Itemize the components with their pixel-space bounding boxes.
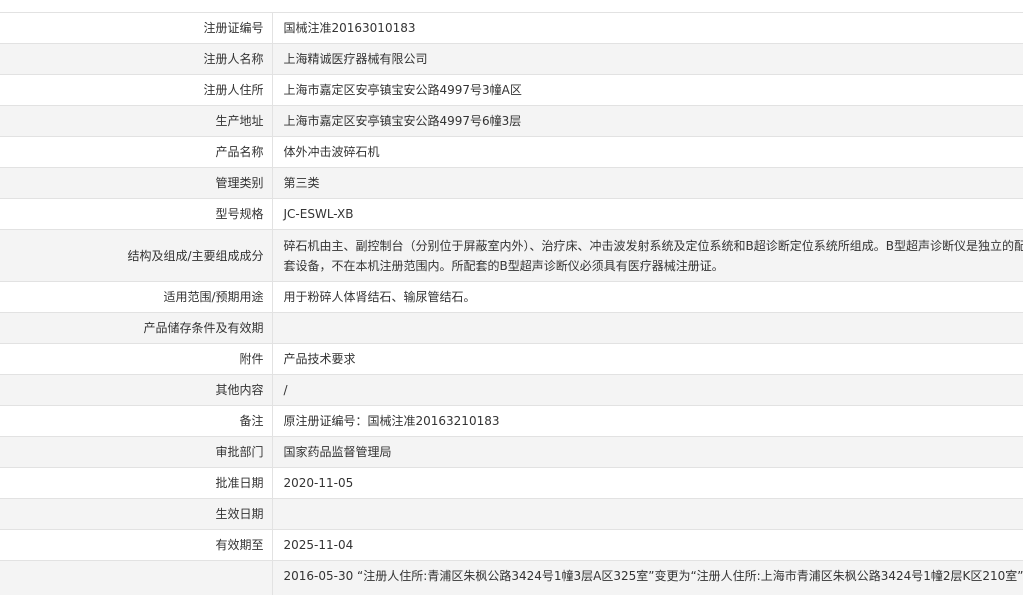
row-remarks: 备注 原注册证编号：国械注准20163210183 [0, 405, 1023, 437]
row-intended-use: 适用范围/预期用途 用于粉碎人体肾结石、输尿管结石。 [0, 281, 1023, 313]
field-value: 上海市嘉定区安亭镇宝安公路4997号3幢A区 [272, 74, 1023, 106]
field-label: 审批部门 [0, 436, 273, 468]
row-registrant-address: 注册人住所 上海市嘉定区安亭镇宝安公路4997号3幢A区 [0, 74, 1023, 106]
row-change-history: 2016-05-30 “注册人住所:青浦区朱枫公路3424号1幢3层A区325室… [0, 560, 1023, 595]
field-value: / [272, 374, 1023, 406]
field-value: 体外冲击波碎石机 [272, 136, 1023, 168]
field-label: 生效日期 [0, 498, 273, 530]
field-label: 适用范围/预期用途 [0, 281, 273, 313]
row-storage-validity: 产品储存条件及有效期 [0, 312, 1023, 344]
field-label: 结构及组成/主要组成成分 [0, 229, 273, 282]
row-approval-date: 批准日期 2020-11-05 [0, 467, 1023, 499]
row-valid-until: 有效期至 2025-11-04 [0, 529, 1023, 561]
field-label: 管理类别 [0, 167, 273, 199]
row-effective-date: 生效日期 [0, 498, 1023, 530]
row-product-name: 产品名称 体外冲击波碎石机 [0, 136, 1023, 168]
field-label: 生产地址 [0, 105, 273, 137]
field-label [0, 560, 273, 595]
row-other-content: 其他内容 / [0, 374, 1023, 406]
field-value: 上海精诚医疗器械有限公司 [272, 43, 1023, 75]
row-registration-number: 注册证编号 国械注准20163010183 [0, 13, 1023, 44]
field-label: 备注 [0, 405, 273, 437]
field-value: 碎石机由主、副控制台（分别位于屏蔽室内外）、治疗床、冲击波发射系统及定位系统和B… [272, 229, 1023, 282]
field-value: 第三类 [272, 167, 1023, 199]
registration-detail-page: 注册证编号 国械注准20163010183 注册人名称 上海精诚医疗器械有限公司… [0, 0, 1023, 595]
top-divider [0, 0, 1023, 13]
field-label: 有效期至 [0, 529, 273, 561]
field-label: 注册证编号 [0, 13, 273, 44]
field-value: JC-ESWL-XB [272, 198, 1023, 230]
field-label: 附件 [0, 343, 273, 375]
row-production-address: 生产地址 上海市嘉定区安亭镇宝安公路4997号6幢3层 [0, 105, 1023, 137]
field-value [272, 312, 1023, 344]
field-label: 注册人名称 [0, 43, 273, 75]
field-value: 用于粉碎人体肾结石、输尿管结石。 [272, 281, 1023, 313]
row-attachment: 附件 产品技术要求 [0, 343, 1023, 375]
row-model-spec: 型号规格 JC-ESWL-XB [0, 198, 1023, 230]
field-value: 产品技术要求 [272, 343, 1023, 375]
field-value: 2025-11-04 [272, 529, 1023, 561]
field-value [272, 498, 1023, 530]
field-label: 产品名称 [0, 136, 273, 168]
field-value: 2020-11-05 [272, 467, 1023, 499]
row-structure-composition: 结构及组成/主要组成成分 碎石机由主、副控制台（分别位于屏蔽室内外）、治疗床、冲… [0, 229, 1023, 282]
field-label: 其他内容 [0, 374, 273, 406]
field-value: 原注册证编号：国械注准20163210183 [272, 405, 1023, 437]
field-label: 注册人住所 [0, 74, 273, 106]
field-value: 国家药品监督管理局 [272, 436, 1023, 468]
row-approval-department: 审批部门 国家药品监督管理局 [0, 436, 1023, 468]
field-value: 上海市嘉定区安亭镇宝安公路4997号6幢3层 [272, 105, 1023, 137]
field-label: 产品储存条件及有效期 [0, 312, 273, 344]
registration-detail-table: 注册证编号 国械注准20163010183 注册人名称 上海精诚医疗器械有限公司… [0, 13, 1023, 595]
row-registrant-name: 注册人名称 上海精诚医疗器械有限公司 [0, 43, 1023, 75]
row-management-category: 管理类别 第三类 [0, 167, 1023, 199]
field-label: 型号规格 [0, 198, 273, 230]
field-label: 批准日期 [0, 467, 273, 499]
field-value: 2016-05-30 “注册人住所:青浦区朱枫公路3424号1幢3层A区325室… [272, 560, 1023, 595]
field-value: 国械注准20163010183 [272, 13, 1023, 44]
